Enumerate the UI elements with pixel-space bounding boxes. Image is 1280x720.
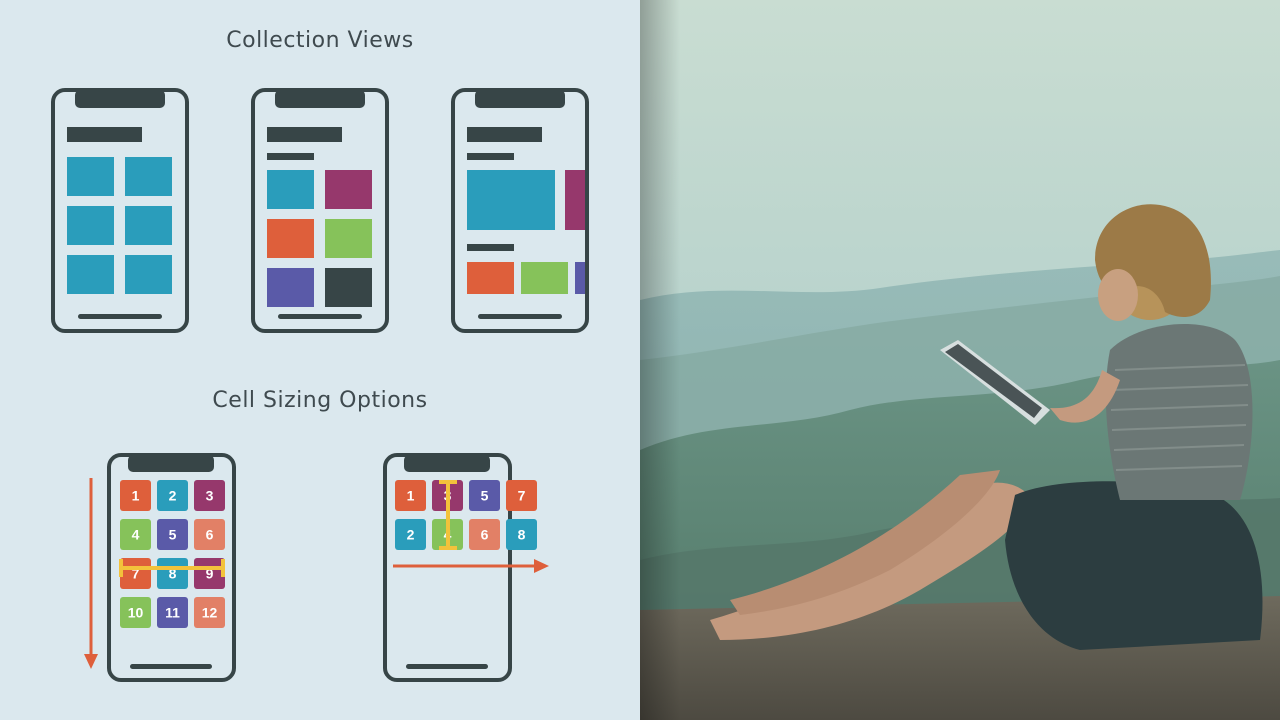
vertical-cell-4-label: 4 <box>132 527 140 543</box>
vertical-cell-3-label: 3 <box>206 488 214 504</box>
person-with-tablet-on-mountain-icon <box>640 0 1280 720</box>
phone-grid-layout-icon <box>51 88 189 333</box>
phone-horizontal-sections-icon <box>451 88 589 333</box>
photo-panel <box>640 0 1280 720</box>
horizontal-cell-5-label: 5 <box>481 488 489 504</box>
horizontal-cell-8-label: 8 <box>518 527 526 543</box>
horizontal-cell-6-label: 6 <box>481 527 489 543</box>
vertical-cell-1-label: 1 <box>132 488 140 504</box>
diagram-panel: Collection Views Cell Sizing Options 1 2… <box>0 0 640 720</box>
vertical-cell-12-label: 12 <box>202 605 218 621</box>
phone-colored-grid-icon <box>251 88 389 333</box>
horizontal-cell-7-label: 7 <box>518 488 526 504</box>
horizontal-cell-2-label: 2 <box>407 527 415 543</box>
horizontal-cell-1-label: 1 <box>407 488 415 504</box>
vertical-cell-5-label: 5 <box>169 527 177 543</box>
vertical-cell-11-label: 11 <box>165 605 180 621</box>
diagram-illustrations: 123456789101112 13572468 <box>51 88 589 682</box>
vertical-cell-10-label: 10 <box>128 605 144 621</box>
vertical-cell-2-label: 2 <box>169 488 177 504</box>
vertical-cell-6-label: 6 <box>206 527 214 543</box>
